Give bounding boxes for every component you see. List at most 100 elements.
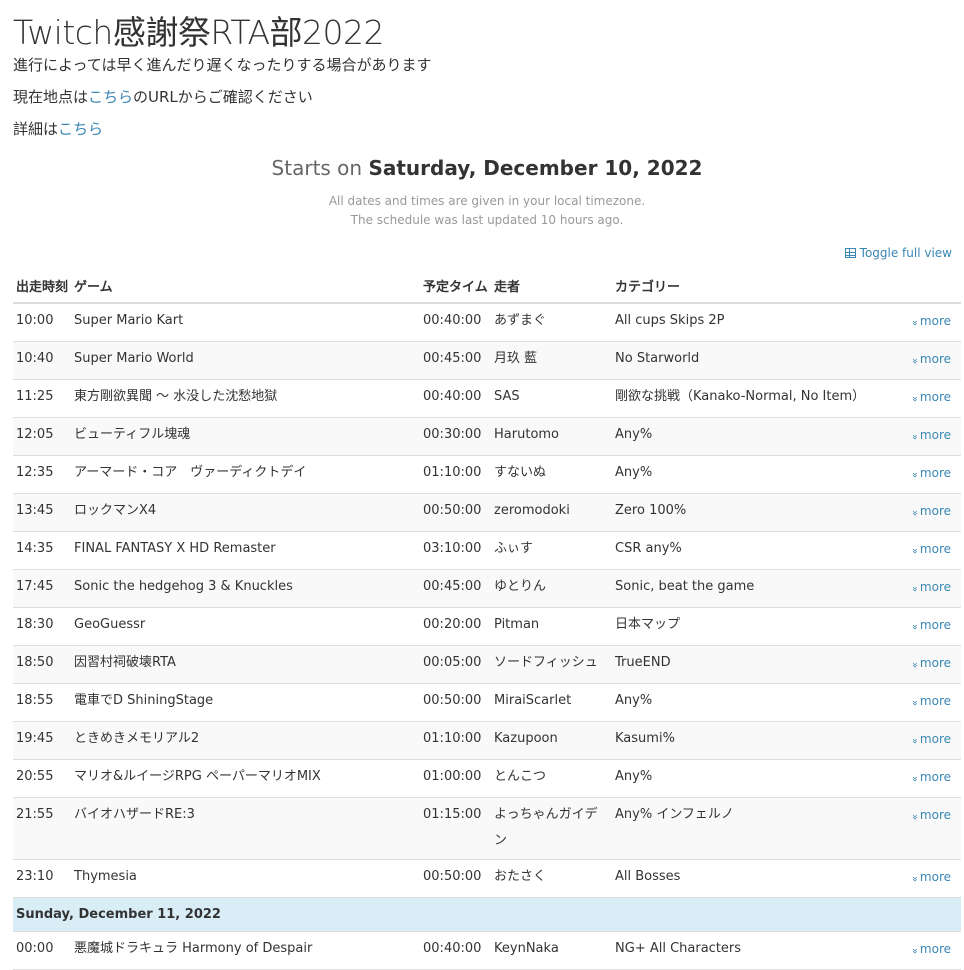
cell-category: NG+ All Characters (612, 931, 896, 970)
info-details-prefix: 詳細は (13, 120, 59, 138)
column-header-time[interactable]: 出走時刻 (13, 268, 72, 304)
more-button[interactable]: »more (895, 607, 961, 646)
more-button[interactable]: »more (895, 531, 961, 570)
more-button[interactable]: »more (895, 379, 961, 418)
more-button[interactable]: »more (895, 417, 961, 456)
more-button[interactable]: »more (895, 493, 961, 532)
more-button[interactable]: »more (895, 683, 961, 722)
cell-category: Any% (612, 417, 896, 456)
column-header-estimate[interactable]: 予定タイム (420, 268, 492, 304)
more-button[interactable]: »more (895, 759, 961, 798)
cell-estimate: 00:40:00 (420, 302, 492, 342)
schedule-body-day1: 10:00 Super Mario Kart 00:40:00 あずまぐ All cup… (13, 302, 961, 898)
cell-time: 18:55 (13, 683, 72, 722)
table-header-row: 出走時刻 ゲーム 予定タイム 走者 カテゴリー (13, 268, 961, 304)
cell-runner: Kazupoon (491, 721, 613, 760)
cell-estimate: 00:45:00 (420, 341, 492, 380)
cell-runner: すないぬ (491, 455, 613, 494)
table-row: 13:45 ロックマンX4 00:50:00 zeromodoki Zero 100%»… (13, 493, 961, 532)
cell-game: ときめきメモリアル2 (71, 721, 421, 760)
cell-category: Any% インフェルノ (612, 797, 896, 860)
info-current-suffix: のURLからご確認ください (133, 88, 313, 106)
cell-runner: Harutomo (491, 417, 613, 456)
day-divider-row: Sunday, December 11, 2022 (13, 897, 961, 932)
more-button[interactable]: »more (895, 302, 961, 342)
column-header-category[interactable]: カテゴリー (612, 268, 896, 304)
start-date-heading: Starts on Saturday, December 10, 2022 (13, 156, 961, 180)
cell-time: 12:35 (13, 455, 72, 494)
cell-game: 因習村祠破壊RTA (71, 645, 421, 684)
more-button[interactable]: »more (895, 645, 961, 684)
table-row: 10:40 Super Mario World 00:45:00 月玖 藍 No Sta… (13, 341, 961, 380)
cell-game: ロックマンX4 (71, 493, 421, 532)
starts-prefix: Starts on (271, 156, 369, 180)
cell-game: マリオ&ルイージRPG ペーパーマリオMIX (71, 759, 421, 798)
cell-runner: Pitman (491, 607, 613, 646)
toggle-label: Toggle full view (859, 246, 952, 260)
toggle-full-view-button[interactable]: Toggle full view (844, 246, 952, 260)
cell-time: 12:05 (13, 417, 72, 456)
cell-game: ビューティフル塊魂 (71, 417, 421, 456)
chevron-down-icon: » (908, 433, 920, 441)
cell-estimate: 00:50:00 (420, 683, 492, 722)
info-current-location: 現在地点はこちらのURLからご確認ください (13, 86, 313, 107)
cell-estimate: 00:30:00 (420, 417, 492, 456)
cell-estimate: 00:05:00 (420, 645, 492, 684)
cell-category: 日本マップ (612, 607, 896, 646)
cell-category: CSR any% (612, 531, 896, 570)
cell-estimate: 00:40:00 (420, 379, 492, 418)
cell-category: Any% (612, 455, 896, 494)
cell-category: All cups Skips 2P (612, 302, 896, 342)
day-divider-label: Sunday, December 11, 2022 (13, 897, 961, 932)
cell-game: Thymesia (71, 859, 421, 898)
chevron-down-icon: » (908, 775, 920, 783)
chevron-down-icon: » (908, 357, 920, 365)
cell-time: 23:10 (13, 859, 72, 898)
more-button[interactable]: »more (895, 859, 961, 898)
day-divider: Sunday, December 11, 2022 (13, 897, 961, 932)
table-row: 20:55 マリオ&ルイージRPG ペーパーマリオMIX 01:00:00 とんこつ A… (13, 759, 961, 798)
more-button[interactable]: »more (895, 797, 961, 860)
chevron-down-icon: » (908, 813, 920, 821)
chevron-down-icon: » (908, 585, 920, 593)
cell-time: 19:45 (13, 721, 72, 760)
more-button[interactable]: »more (895, 341, 961, 380)
cell-game: バイオハザードRE:3 (71, 797, 421, 860)
more-button[interactable]: »more (895, 569, 961, 608)
cell-category: No Starworld (612, 341, 896, 380)
column-header-game[interactable]: ゲーム (71, 268, 421, 304)
chevron-down-icon: » (908, 699, 920, 707)
cell-estimate: 00:50:00 (420, 859, 492, 898)
chevron-down-icon: » (908, 947, 920, 955)
cell-category: All Bosses (612, 859, 896, 898)
cell-game: 東方剛欲異聞 ～ 水没した沈愁地獄 (71, 379, 421, 418)
more-button[interactable]: »more (895, 931, 961, 970)
starts-date: Saturday, December 10, 2022 (368, 156, 703, 180)
table-row: 12:05 ビューティフル塊魂 00:30:00 Harutomo Any% »more (13, 417, 961, 456)
more-button[interactable]: »more (895, 721, 961, 760)
current-location-link[interactable]: こちら (88, 88, 133, 106)
chevron-down-icon: » (908, 319, 920, 327)
cell-estimate: 01:15:00 (420, 797, 492, 860)
column-header-runner[interactable]: 走者 (491, 268, 613, 304)
cell-category: Any% (612, 683, 896, 722)
cell-estimate: 00:45:00 (420, 569, 492, 608)
table-row: 00:00 悪魔城ドラキュラ Harmony of Despair 00:40:00… (13, 931, 961, 970)
cell-time: 14:35 (13, 531, 72, 570)
chevron-down-icon: » (908, 661, 920, 669)
info-progress-note: 進行によっては早く進んだり遅くなったりする場合があります (13, 56, 432, 74)
cell-runner: KeynNaka (491, 931, 613, 970)
cell-game: 悪魔城ドラキュラ Harmony of Despair (71, 931, 421, 970)
more-button[interactable]: »more (895, 455, 961, 494)
cell-category: 剛欲な挑戦（Kanako-Normal, No Item） (612, 379, 896, 418)
cell-game: GeoGuessr (71, 607, 421, 646)
cell-game: 電車でD ShiningStage (71, 683, 421, 722)
cell-runner: zeromodoki (491, 493, 613, 532)
cell-game: Super Mario Kart (71, 302, 421, 342)
cell-runner: あずまぐ (491, 302, 613, 342)
table-icon (844, 248, 856, 258)
table-row: 23:10 Thymesia 00:50:00 おたさく All Bosses »more (13, 859, 961, 898)
details-link[interactable]: こちら (58, 120, 103, 138)
cell-category: Zero 100% (612, 493, 896, 532)
chevron-down-icon: » (908, 471, 920, 479)
